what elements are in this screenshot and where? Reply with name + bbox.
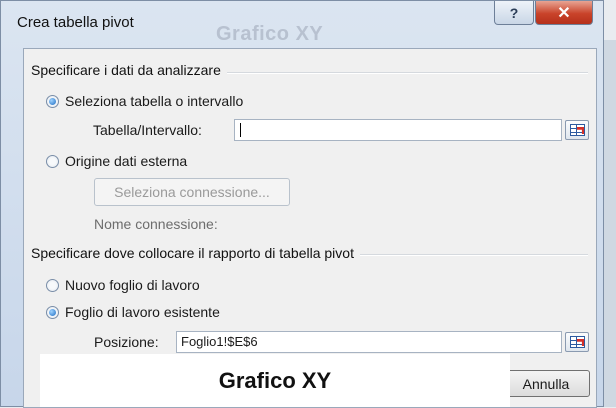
caption-overlay: Grafico XY [40,354,510,407]
table-range-input[interactable] [234,119,562,141]
radio-select-table[interactable]: Seleziona tabella o intervallo [46,93,243,109]
position-value: Foglio1!$E$6 [181,334,258,349]
table-range-label: Tabella/Intervallo: [93,122,202,138]
data-section-heading: Specificare i dati da analizzare [31,62,227,78]
caption-text: Grafico XY [218,367,332,393]
radio-existing-worksheet-label: Foglio di lavoro esistente [65,304,220,320]
position-label: Posizione: [94,334,159,350]
choose-connection-button[interactable]: Seleziona connessione... [94,178,290,206]
radio-button-checked[interactable] [46,305,59,319]
close-button[interactable]: ✕ [535,1,593,25]
radio-button-unchecked[interactable] [46,278,59,292]
radio-button-checked[interactable] [46,94,59,108]
background-title-ghost: Grafico XY [216,23,324,45]
background-edge [604,40,616,407]
radio-button-unchecked[interactable] [46,154,59,168]
position-input[interactable]: Foglio1!$E$6 [176,331,562,353]
close-icon: ✕ [557,4,571,22]
position-picker-button[interactable] [565,332,589,352]
radio-new-worksheet[interactable]: Nuovo foglio di lavoro [46,277,200,293]
connection-name-label: Nome connessione: [94,216,218,232]
help-icon: ? [509,4,519,21]
table-range-picker-button[interactable] [565,120,589,140]
radio-external-source[interactable]: Origine dati esterna [46,153,187,169]
dialog-title: Crea tabella pivot [17,14,134,31]
radio-existing-worksheet[interactable]: Foglio di lavoro esistente [46,304,220,320]
radio-external-source-label: Origine dati esterna [65,153,188,169]
cancel-button[interactable]: Annulla [502,370,590,397]
pivot-table-dialog: Crea tabella pivot Grafico XY ? ✕ Specif… [0,0,604,408]
text-caret [240,123,241,137]
location-section-heading: Specificare dove collocare il rapporto d… [31,245,360,261]
radio-new-worksheet-label: Nuovo foglio di lavoro [65,277,200,293]
title-bar[interactable]: Crea tabella pivot Grafico XY ? ✕ [1,1,603,47]
radio-select-table-label: Seleziona tabella o intervallo [65,93,244,109]
help-button[interactable]: ? [494,1,534,25]
